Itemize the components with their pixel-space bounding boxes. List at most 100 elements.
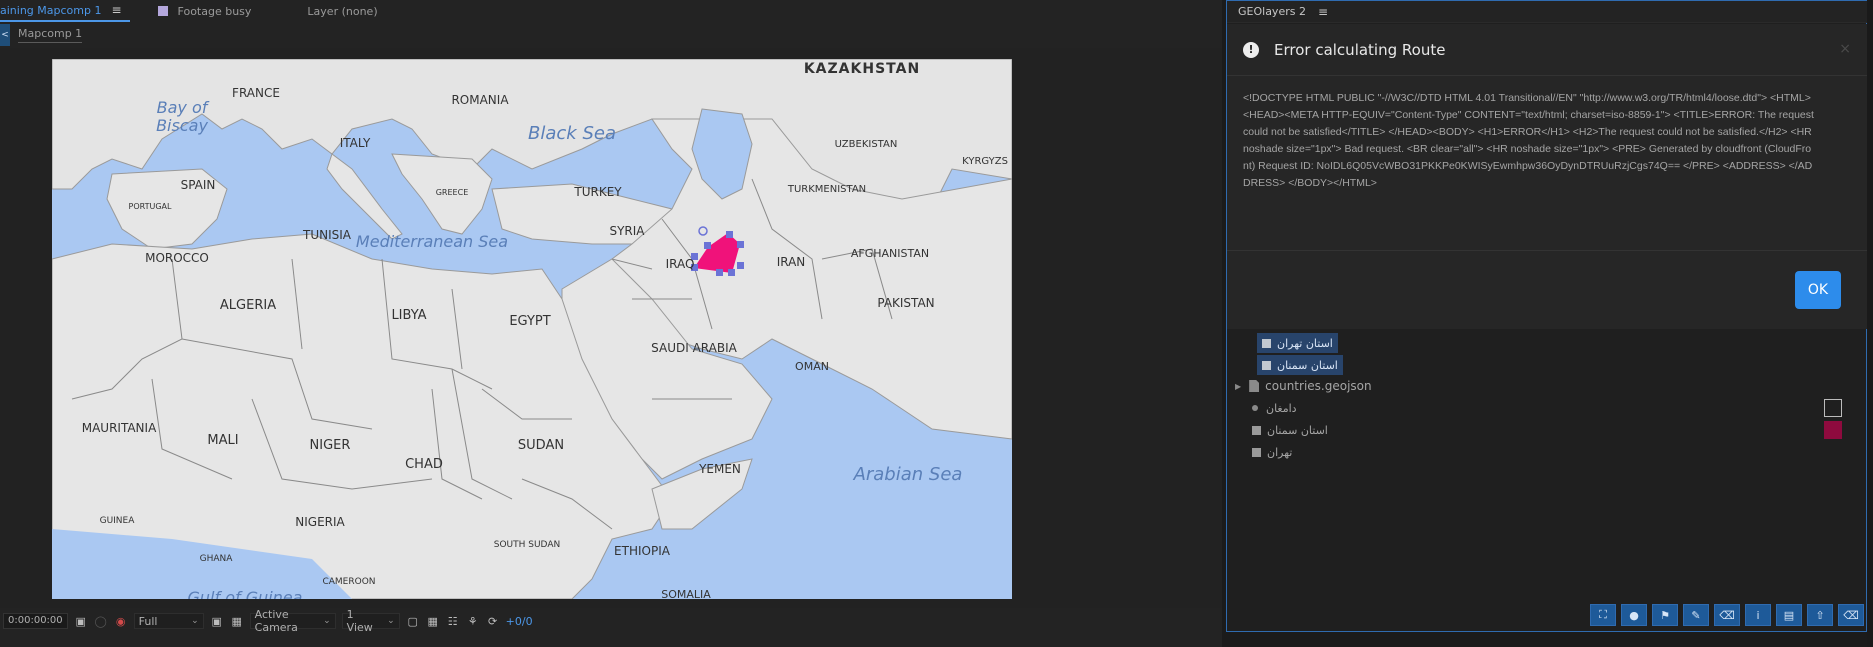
expand-triangle-icon[interactable]: ▶ <box>1235 382 1241 391</box>
label-bay-of-biscay-1: Bay of <box>157 98 210 117</box>
list-item[interactable]: استان تهران <box>1227 333 1867 353</box>
alert-icon: ! <box>1243 41 1259 58</box>
label-south-sudan: SOUTH SUDAN <box>494 540 560 550</box>
tag-icon[interactable]: ⚑ <box>1652 604 1678 626</box>
eraser-icon[interactable]: ⌫ <box>1714 604 1740 626</box>
chevron-down-icon: ⌄ <box>191 616 199 626</box>
ok-button[interactable]: OK <box>1795 271 1841 309</box>
panel-menu-icon[interactable]: ≡ <box>1318 5 1328 19</box>
error-message: <!DOCTYPE HTML PUBLIC "-//W3C//DTD HTML … <box>1243 92 1814 189</box>
error-dialog: ! Error calculating Route × <!DOCTYPE HT… <box>1227 24 1867 329</box>
list-item[interactable]: ▶ countries.geojson <box>1227 376 1867 396</box>
list-item-label: استان تهران <box>1277 336 1333 350</box>
trash-icon[interactable]: ⌫ <box>1838 604 1864 626</box>
resolution-dropdown[interactable]: Full ⌄ <box>133 613 204 629</box>
camera-snapshot-icon[interactable]: ▣ <box>74 614 88 628</box>
color-swatch[interactable] <box>1824 421 1842 439</box>
flowchart-icon[interactable]: ⚘ <box>466 614 480 628</box>
dialog-title: Error calculating Route <box>1274 40 1446 59</box>
layer-square-icon <box>1252 447 1261 457</box>
timecode-field[interactable]: 0:00:00:00 <box>3 613 68 629</box>
geolayers-panel: GEOlayers 2 ≡ ! Error calculating Route … <box>1226 0 1868 632</box>
label-oman: OMAN <box>795 360 829 373</box>
map-canvas[interactable]: KAZAKHSTAN Bay of Biscay FRANCE ROMANIA … <box>52 59 1012 599</box>
label-bay-of-biscay-2: Biscay <box>156 116 208 135</box>
dialog-divider <box>1227 250 1867 251</box>
label-ghana: GHANA <box>200 554 234 564</box>
chevron-down-icon: ⌄ <box>387 616 395 626</box>
info-icon[interactable]: i <box>1745 604 1771 626</box>
tab-mapcomp-label: aining Mapcomp 1 <box>0 3 102 17</box>
comp-breadcrumb-bar: < Mapcomp 1 <box>0 24 1222 46</box>
label-uzbekistan: UZBEKISTAN <box>835 139 898 150</box>
composition-tabbar: aining Mapcomp 1 ≡ Footage busy Layer (n… <box>0 0 1222 22</box>
list-item[interactable]: استان سمنان <box>1227 355 1867 375</box>
list-item-label: استان سمنان <box>1277 358 1338 372</box>
breadcrumb[interactable]: Mapcomp 1 <box>18 27 83 43</box>
viewer-bottom-bar: 0:00:00:00 ▣ ◯ ◉ Full ⌄ ▣ ▦ Active Camer… <box>0 608 1222 634</box>
selected-layer-chip[interactable]: استان تهران <box>1257 333 1338 353</box>
list-item[interactable]: تهران <box>1227 442 1867 462</box>
region-of-interest-icon[interactable]: ▣ <box>210 614 224 628</box>
list-item-label: countries.geojson <box>1265 379 1372 393</box>
close-icon[interactable]: × <box>1839 41 1851 57</box>
reset-exposure-icon[interactable]: ⟳ <box>486 614 500 628</box>
label-kyrgyzstan: KYRGYZS <box>962 156 1008 167</box>
pin-icon[interactable]: ● <box>1621 604 1647 626</box>
composition-viewer[interactable]: KAZAKHSTAN Bay of Biscay FRANCE ROMANIA … <box>0 48 1222 608</box>
right-edge-strip <box>1867 0 1873 647</box>
show-snapshot-icon[interactable]: ◯ <box>94 614 108 628</box>
geolayers-toolbar: ⛶ ● ⚑ ✎ ⌫ i ▤ ⇧ ⌫ <box>1590 604 1864 626</box>
fast-previews-icon[interactable]: ▦ <box>426 614 440 628</box>
color-channels-icon[interactable]: ◉ <box>114 614 128 628</box>
tab-menu-icon[interactable]: ≡ <box>111 3 121 17</box>
label-morocco: MOROCCO <box>145 251 209 265</box>
app-window: aining Mapcomp 1 ≡ Footage busy Layer (n… <box>0 0 1873 647</box>
export-icon[interactable]: ⇧ <box>1807 604 1833 626</box>
label-mauritania: MAURITANIA <box>82 421 157 435</box>
list-item[interactable]: دامغان <box>1227 398 1867 418</box>
pen-icon[interactable]: ✎ <box>1683 604 1709 626</box>
selected-layer-chip[interactable]: استان سمنان <box>1257 355 1343 375</box>
views-dropdown[interactable]: 1 View ⌄ <box>341 608 400 634</box>
label-gulf-of-guinea: Gulf of Guinea <box>188 588 303 599</box>
timeline-icon[interactable]: ☷ <box>446 614 460 628</box>
expand-icon[interactable]: ⛶ <box>1590 604 1616 626</box>
folder-icon[interactable]: ▤ <box>1776 604 1802 626</box>
file-icon <box>1249 380 1260 392</box>
label-portugal: PORTUGAL <box>129 202 173 211</box>
transparency-grid-icon[interactable]: ▦ <box>230 614 244 628</box>
chevron-down-icon: ⌄ <box>323 616 331 626</box>
views-value: 1 View <box>346 608 373 634</box>
label-iran: IRAN <box>777 255 806 269</box>
map-svg: KAZAKHSTAN Bay of Biscay FRANCE ROMANIA … <box>52 59 1012 599</box>
color-swatch[interactable] <box>1824 399 1842 417</box>
label-ethiopia: ETHIOPIA <box>614 544 671 558</box>
list-item[interactable]: استان سمنان <box>1227 420 1867 440</box>
tab-footage-label: Footage busy <box>177 4 252 18</box>
label-algeria: ALGERIA <box>220 298 276 313</box>
list-item-label: تهران <box>1267 445 1293 459</box>
back-arrow-icon[interactable]: < <box>0 24 10 46</box>
tab-layer[interactable]: Layer (none) <box>299 0 385 22</box>
point-icon <box>1252 405 1258 411</box>
camera-dropdown[interactable]: Active Camera ⌄ <box>249 608 336 634</box>
footage-swatch-icon <box>157 6 168 16</box>
label-italy: ITALY <box>340 136 371 150</box>
label-mediterranean: Mediterranean Sea <box>356 232 508 251</box>
label-france: FRANCE <box>232 86 280 100</box>
label-nigeria: NIGERIA <box>295 515 345 529</box>
layer-square-icon <box>1252 425 1261 435</box>
panel-title: GEOlayers 2 <box>1238 5 1306 18</box>
label-mali: MALI <box>207 433 238 448</box>
label-turkey: TURKEY <box>573 185 622 199</box>
tab-footage[interactable]: Footage busy <box>150 0 260 22</box>
label-pakistan: PAKISTAN <box>877 296 934 310</box>
exposure-value[interactable]: +0/0 <box>506 615 533 628</box>
label-sudan: SUDAN <box>518 438 564 453</box>
label-cameroon: CAMEROON <box>322 577 375 587</box>
tab-mapcomp[interactable]: aining Mapcomp 1 ≡ <box>0 0 130 22</box>
label-guinea: GUINEA <box>100 516 136 526</box>
toggle-pixel-aspect-icon[interactable]: ▢ <box>406 614 420 628</box>
list-item-label: دامغان <box>1266 401 1297 415</box>
